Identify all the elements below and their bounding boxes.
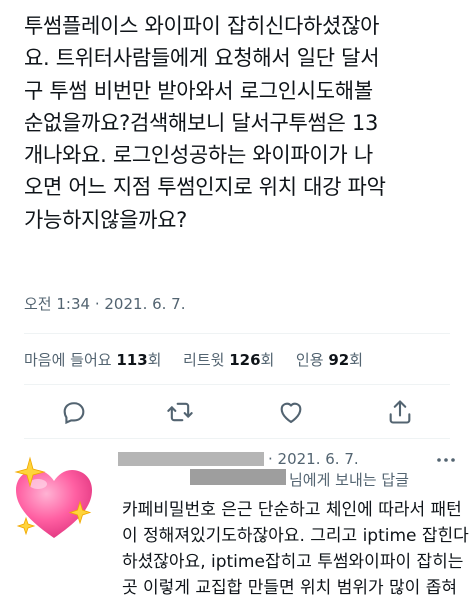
tweet-line: 구 투썸 비번만 받아와서 로그인시도해볼 — [24, 78, 373, 103]
tweet-timestamp[interactable]: 오전 1:34 · 2021. 6. 7. — [24, 293, 186, 314]
likes-count: 113 — [116, 351, 148, 369]
tweet-date: 2021. 6. 7. — [104, 295, 186, 313]
tweet-line: 가능하지않을까요? — [24, 207, 188, 232]
like-icon — [280, 402, 302, 424]
retweets-stat[interactable]: 리트윗 126회 — [183, 351, 279, 369]
reply-tweet[interactable]: · 2021. 6. 7. 님에게 보내는 답글 카페비밀번호 은근 단순하고 … — [0, 440, 474, 604]
divider — [24, 384, 450, 385]
quotes-unit: 회 — [349, 351, 363, 369]
retweets-count: 126 — [229, 351, 261, 369]
redacted-username — [118, 452, 264, 466]
tweet-line: 개나와요. 로그인성공하는 와이파이가 나 — [24, 143, 373, 168]
tweet-line: 투썸플레이스 와이파이 잡히신다하셨잖아 — [24, 14, 380, 38]
tweet-line: 요. 트위터사람들에게 요청해서 일단 달서 — [24, 46, 380, 71]
quotes-stat[interactable]: 인용 92회 — [296, 351, 363, 369]
retweets-unit: 회 — [260, 351, 275, 369]
reply-line: 하셨잖아요, iptime잡히고 투썸와이파이 잡히는 — [122, 552, 464, 572]
reply-date[interactable]: · 2021. 6. 7. — [268, 450, 359, 468]
sparkling-heart-icon — [14, 456, 92, 538]
divider — [24, 438, 450, 439]
share-icon — [389, 400, 411, 424]
likes-label: 마음에 들어요 — [24, 351, 112, 369]
retweet-icon — [167, 402, 193, 422]
redacted-reply-handle — [190, 469, 286, 485]
meta-separator: · — [94, 295, 105, 313]
action-bar — [0, 392, 474, 432]
reply-button[interactable] — [60, 398, 88, 426]
reply-body: 카페비밀번호 은근 단순하고 체인에 따라서 패턴 이 정해져있기도하잖아요. … — [122, 497, 469, 601]
engagement-stats: 마음에 들어요 113회 리트윗 126회 인용 92회 — [24, 349, 363, 370]
share-button[interactable] — [386, 398, 414, 426]
reply-icon — [63, 402, 85, 425]
reply-line: 카페비밀번호 은근 단순하고 체인에 따라서 패턴 — [122, 500, 462, 520]
like-button[interactable] — [277, 398, 305, 426]
quotes-label: 인용 — [295, 351, 324, 369]
likes-unit: 회 — [147, 351, 162, 369]
reply-line: 이 정해져있기도하잖아요. 그리고 iptime 잡힌다 — [122, 526, 469, 546]
tweet-line: 오면 어느 지점 투썸인지로 위치 대강 파악 — [24, 175, 386, 200]
retweet-button[interactable] — [166, 398, 194, 426]
divider — [24, 333, 450, 334]
quotes-count: 92 — [328, 351, 350, 369]
reply-line: 곳 이렇게 교집합 만들면 위치 범위가 많이 좁혀 — [122, 578, 457, 598]
reply-to-label: 님에게 보내는 답글 — [289, 471, 409, 489]
more-icon[interactable] — [434, 450, 458, 470]
tweet-body: 투썸플레이스 와이파이 잡히신다하셨잖아 요. 트위터사람들에게 요청해서 일단… — [24, 10, 464, 236]
likes-stat[interactable]: 마음에 들어요 113회 — [24, 351, 166, 369]
tweet-line: 순없을까요?검색해보니 달서구투썸은 13 — [24, 110, 379, 135]
retweets-label: 리트윗 — [183, 351, 225, 369]
tweet-time: 오전 1:34 — [24, 295, 91, 313]
